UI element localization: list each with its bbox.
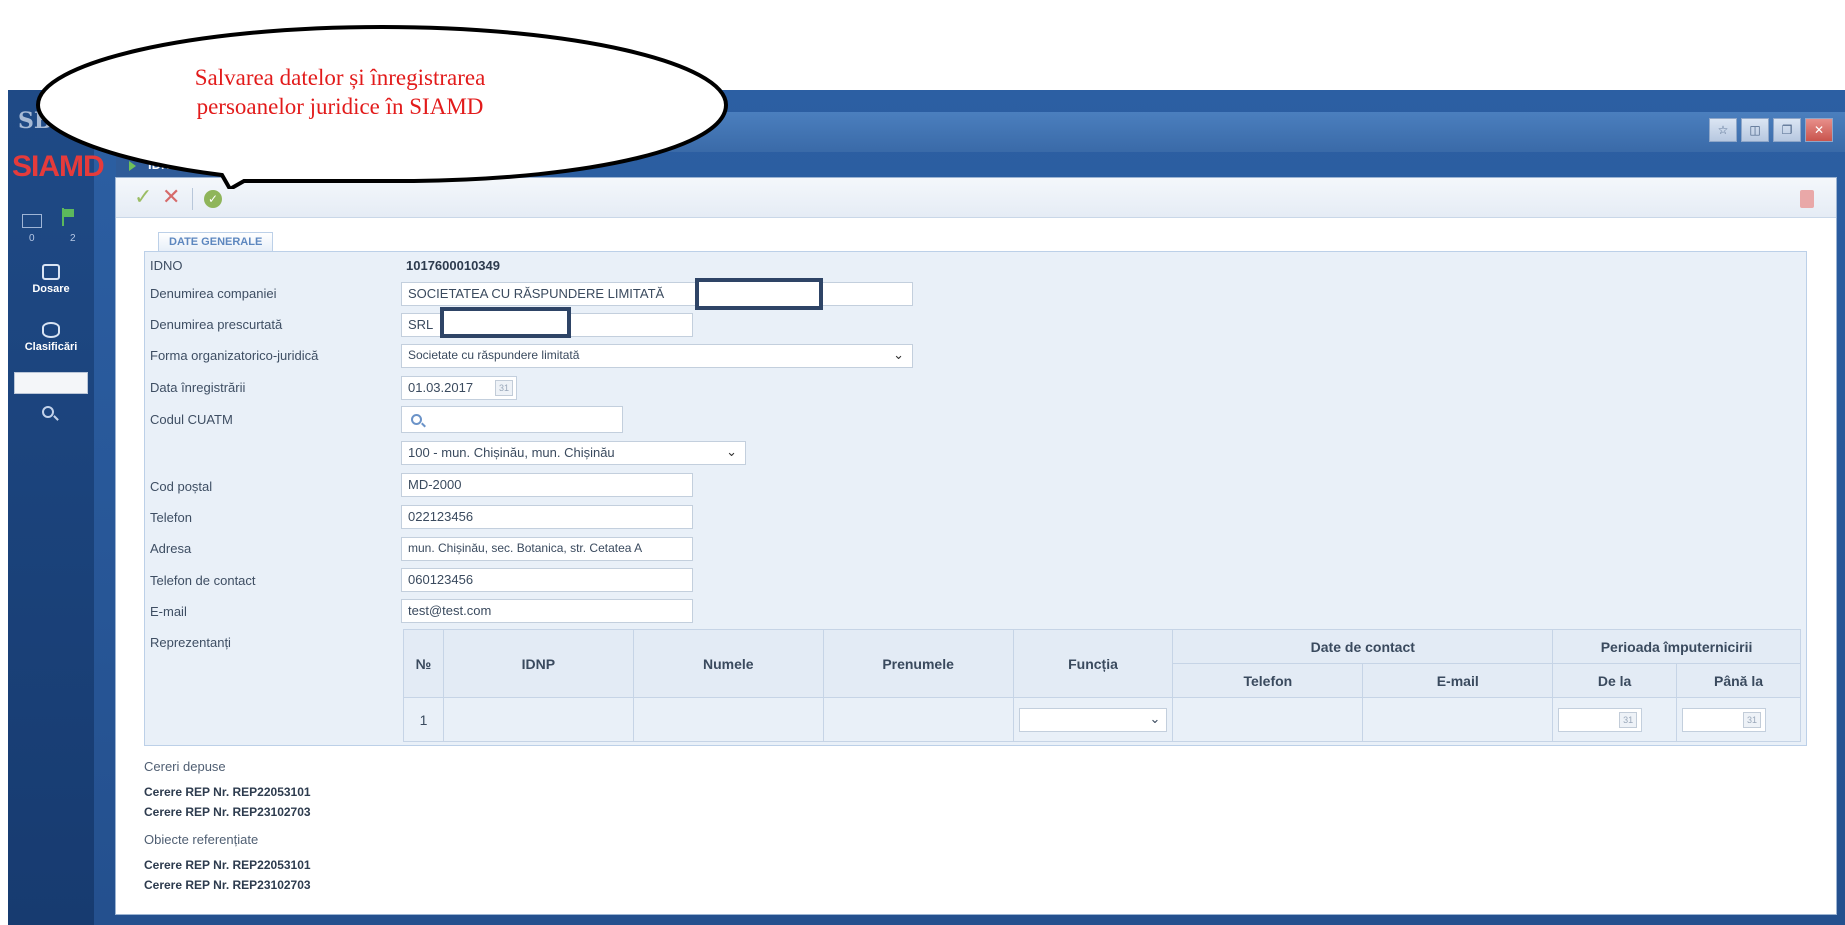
legal-form-select[interactable]: Societate cu răspundere limitată ⌄ xyxy=(401,344,913,368)
short-name-label: Denumirea prescurtată xyxy=(150,317,283,332)
sidebar-item-dosare[interactable]: Dosare xyxy=(8,264,94,295)
mail-count: 0 xyxy=(29,233,35,244)
request-link[interactable]: Cerere REP Nr. REP23102703 xyxy=(144,805,311,819)
chevron-down-icon: ⌄ xyxy=(893,347,904,362)
cell-prenumele[interactable] xyxy=(822,697,1014,742)
email-label: E-mail xyxy=(150,604,187,619)
flag-icon[interactable] xyxy=(62,208,76,226)
col-email: E-mail xyxy=(1362,663,1554,698)
request-link[interactable]: Cerere REP Nr. REP22053101 xyxy=(144,785,311,799)
tile-icon[interactable]: ◫ xyxy=(1741,118,1769,142)
cell-email[interactable] xyxy=(1362,697,1554,742)
postal-code-field[interactable]: MD-2000 xyxy=(401,473,693,497)
reg-date-label: Data înregistrării xyxy=(150,380,246,395)
restore-icon[interactable]: ❐ xyxy=(1773,118,1801,142)
legal-form-value: Societate cu răspundere limitată xyxy=(408,348,580,362)
sidebar-item-clasificari[interactable]: Clasificări xyxy=(8,322,94,353)
cell-nr: 1 xyxy=(403,697,444,742)
cell-pana-la: 31 xyxy=(1676,697,1801,742)
mail-icon[interactable] xyxy=(22,214,42,228)
folder-icon xyxy=(42,264,60,280)
representatives-table: № IDNP Numele Prenumele Funcția Date de … xyxy=(403,629,1801,742)
col-pana-la: Până la xyxy=(1676,663,1801,698)
to-date-field[interactable]: 31 xyxy=(1682,708,1767,732)
database-icon xyxy=(42,322,60,338)
cell-numele[interactable] xyxy=(632,697,824,742)
email-field[interactable]: test@test.com xyxy=(401,599,693,623)
flag-count: 2 xyxy=(70,233,76,244)
calendar-icon[interactable]: 31 xyxy=(495,380,513,396)
trash-icon[interactable] xyxy=(1800,190,1814,208)
company-label: Denumirea companiei xyxy=(150,286,277,301)
confirm-circle-icon[interactable]: ✓ xyxy=(204,190,222,208)
referenced-link[interactable]: Cerere REP Nr. REP22053101 xyxy=(144,858,311,872)
search-icon xyxy=(411,414,422,425)
address-field[interactable]: mun. Chișinău, sec. Botanica, str. Cetat… xyxy=(401,537,693,561)
contact-phone-field[interactable]: 060123456 xyxy=(401,568,693,592)
toolbar-divider xyxy=(192,188,193,210)
chevron-down-icon: ⌄ xyxy=(726,444,737,459)
legal-form-label: Forma organizatorico-juridică xyxy=(150,348,319,363)
sidebar-item-label: Dosare xyxy=(32,283,70,295)
col-group-period: Perioada împuternicirii xyxy=(1552,629,1801,664)
cell-de-la: 31 xyxy=(1552,697,1678,742)
cuatm-select[interactable]: 100 - mun. Chișinău, mun. Chișinău ⌄ xyxy=(401,441,746,465)
col-functia: Funcția xyxy=(1012,629,1174,698)
col-prenumele: Prenumele xyxy=(822,629,1014,698)
col-idnp: IDNP xyxy=(442,629,634,698)
sidebar-search-input[interactable] xyxy=(14,372,88,394)
function-select[interactable]: ⌄ xyxy=(1018,708,1168,732)
reg-date-value: 01.03.2017 xyxy=(408,380,474,395)
cell-telefon[interactable] xyxy=(1172,697,1364,742)
calendar-icon[interactable]: 31 xyxy=(1743,712,1762,728)
idno-value: 1017600010349 xyxy=(406,258,500,273)
callout-line-1: Salvarea datelor și înregistrarea xyxy=(194,65,486,90)
address-label: Adresa xyxy=(150,541,192,556)
window-buttons: ☆ ◫ ❐ ✕ xyxy=(1709,118,1833,142)
referenced-link[interactable]: Cerere REP Nr. REP23102703 xyxy=(144,878,311,892)
callout-text: Salvarea datelor și înregistrarea persoa… xyxy=(140,63,540,121)
callout-line-2: persoanelor juridice în SIAMD xyxy=(196,94,484,119)
calendar-icon[interactable]: 31 xyxy=(1619,712,1638,728)
star-icon[interactable]: ☆ xyxy=(1709,118,1737,142)
postal-label: Cod poștal xyxy=(150,479,213,494)
from-date-field[interactable]: 31 xyxy=(1558,708,1643,732)
cell-idnp[interactable] xyxy=(442,697,634,742)
idno-label: IDNO xyxy=(150,258,183,273)
cell-functia: ⌄ xyxy=(1012,697,1174,742)
col-group-contact: Date de contact xyxy=(1172,629,1554,664)
redaction-box xyxy=(695,278,823,310)
phone-label: Telefon xyxy=(150,510,192,525)
sidebar-item-label: Clasificări xyxy=(24,341,78,353)
col-telefon: Telefon xyxy=(1172,663,1364,698)
search-icon[interactable] xyxy=(42,406,54,418)
cuatm-label: Codul CUATM xyxy=(150,412,233,427)
table-row: 1 ⌄ 31 31 xyxy=(403,697,1801,742)
col-numele: Numele xyxy=(632,629,824,698)
company-name-field[interactable]: SOCIETATEA CU RĂSPUNDERE LIMITATĂ xyxy=(401,282,913,306)
col-nr: № xyxy=(403,629,444,698)
section-tab-date-generale[interactable]: DATE GENERALE xyxy=(158,232,274,252)
redaction-box xyxy=(440,307,571,338)
cuatm-select-value: 100 - mun. Chișinău, mun. Chișinău xyxy=(408,445,615,460)
sidebar xyxy=(8,90,94,925)
chevron-down-icon: ⌄ xyxy=(1149,711,1161,726)
close-icon[interactable]: ✕ xyxy=(1805,118,1833,142)
referenced-objects-label: Obiecte referențiate xyxy=(144,832,259,847)
representatives-label: Reprezentanți xyxy=(150,635,231,650)
cuatm-search-input[interactable] xyxy=(401,406,623,433)
submitted-requests-label: Cereri depuse xyxy=(144,759,226,774)
contact-phone-label: Telefon de contact xyxy=(150,573,256,588)
phone-field[interactable]: 022123456 xyxy=(401,505,693,529)
col-de-la: De la xyxy=(1552,663,1678,698)
